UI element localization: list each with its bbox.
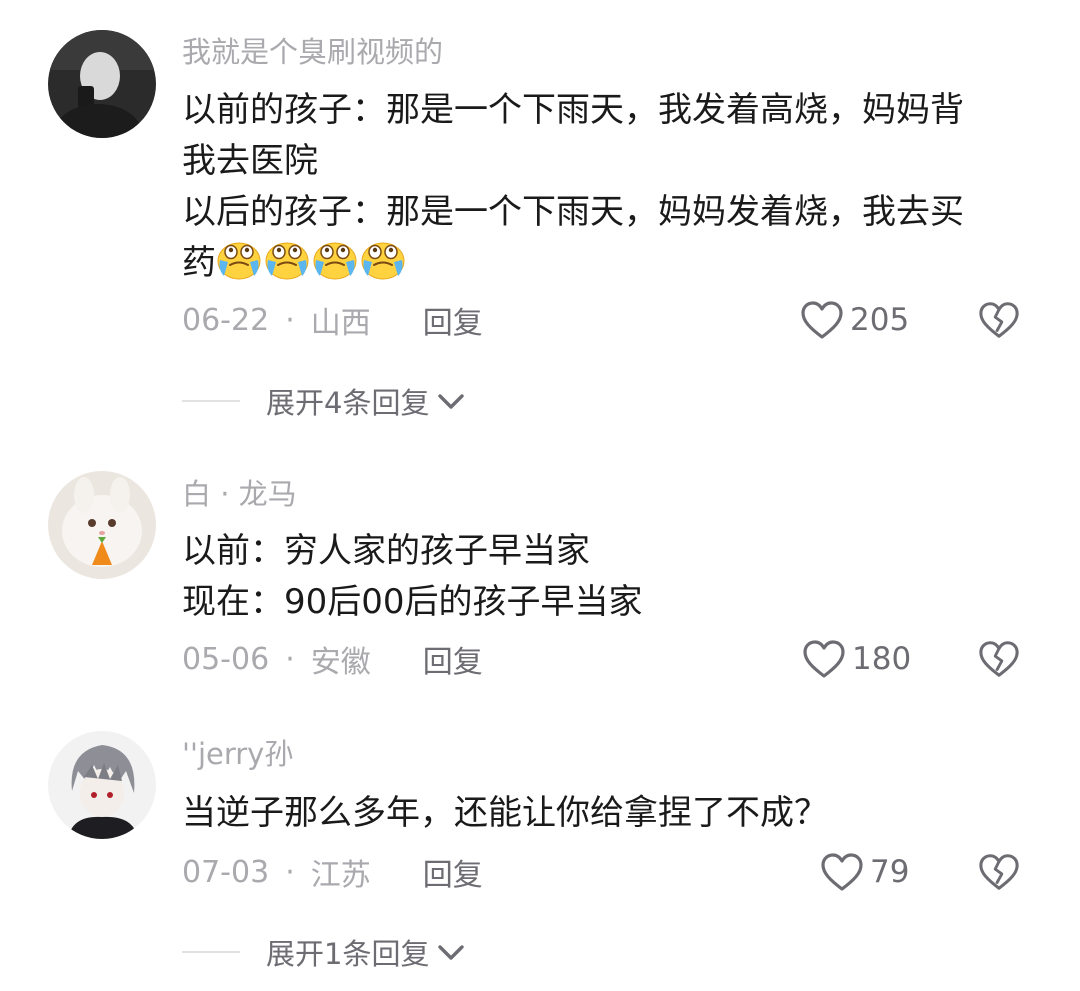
heart-icon: [802, 639, 846, 679]
like-button[interactable]: 205: [800, 300, 909, 340]
comment-line: 以后的孩子：那是一个下雨天，妈妈发着烧，我去买: [182, 192, 964, 232]
like-button[interactable]: 180: [802, 639, 911, 679]
meta-separator: ·: [285, 641, 295, 677]
comment-date: 07-03: [182, 854, 270, 890]
comment-text: 以前：穷人家的孩子早当家 现在：90后00后的孩子早当家: [182, 526, 1032, 628]
reply-button[interactable]: 回复: [423, 298, 483, 342]
comment-date: 06-22: [182, 302, 270, 338]
broken-heart-icon[interactable]: [978, 852, 1020, 892]
expand-replies-label: 展开4条回复: [266, 386, 430, 420]
meta-separator: ·: [285, 854, 295, 890]
like-count: 205: [850, 302, 910, 338]
heart-icon: [800, 300, 844, 340]
avatar[interactable]: [48, 471, 156, 579]
expand-replies-button[interactable]: 展开1条回复: [182, 932, 465, 972]
crying-laughing-emoji: [360, 238, 406, 282]
crying-laughing-emoji: [216, 238, 262, 282]
meta-separator: ·: [285, 302, 295, 338]
reply-button[interactable]: 回复: [423, 850, 483, 894]
comment-line: 现在：90后00后的孩子早当家: [182, 582, 643, 622]
divider-line: [182, 400, 240, 402]
comment-line: 我去医院: [182, 141, 318, 181]
comment-date: 05-06: [182, 641, 270, 677]
crying-laughing-emoji: [264, 238, 310, 282]
divider-line: [182, 951, 240, 953]
comment-line-text: 药: [182, 243, 216, 283]
comment-1: 我就是个臭刷视频的 以前的孩子：那是一个下雨天，我发着高烧，妈妈背 我去医院 以…: [0, 0, 1080, 440]
crying-laughing-emoji: [312, 238, 358, 282]
expand-replies-button[interactable]: 展开4条回复: [182, 381, 465, 421]
comment-line: 以前：穷人家的孩子早当家: [182, 531, 590, 571]
comment-location: 山西: [310, 306, 371, 341]
broken-heart-icon[interactable]: [978, 639, 1020, 679]
comment-meta: 05-06 · 安徽 回复: [182, 637, 483, 681]
like-count: 79: [870, 854, 910, 890]
username[interactable]: 白 · 龙马: [182, 480, 297, 509]
avatar[interactable]: [48, 731, 156, 839]
like-count: 180: [852, 641, 912, 677]
comment-location: 安徽: [310, 645, 371, 680]
broken-heart-icon[interactable]: [978, 300, 1020, 340]
username[interactable]: 我就是个臭刷视频的: [182, 38, 443, 67]
heart-icon: [820, 852, 864, 892]
comment-text: 当逆子那么多年，还能让你给拿捏了不成？: [182, 788, 1032, 839]
expand-replies-label: 展开1条回复: [266, 937, 430, 971]
comment-line: 药: [182, 238, 1032, 289]
avatar[interactable]: [48, 30, 156, 138]
reply-button[interactable]: 回复: [423, 637, 483, 681]
username[interactable]: ''jerry孙: [182, 740, 293, 769]
chevron-down-icon: [437, 942, 465, 962]
chevron-down-icon: [437, 391, 465, 411]
comment-meta: 06-22 · 山西 回复: [182, 298, 483, 342]
comment-line: 当逆子那么多年，还能让你给拿捏了不成？: [182, 793, 828, 833]
like-button[interactable]: 79: [820, 852, 909, 892]
comment-text: 以前的孩子：那是一个下雨天，我发着高烧，妈妈背 我去医院 以后的孩子：那是一个下…: [182, 85, 1032, 289]
comment-meta: 07-03 · 江苏 回复: [182, 850, 483, 894]
comment-line: 以前的孩子：那是一个下雨天，我发着高烧，妈妈背: [182, 90, 964, 130]
comment-location: 江苏: [310, 858, 371, 893]
